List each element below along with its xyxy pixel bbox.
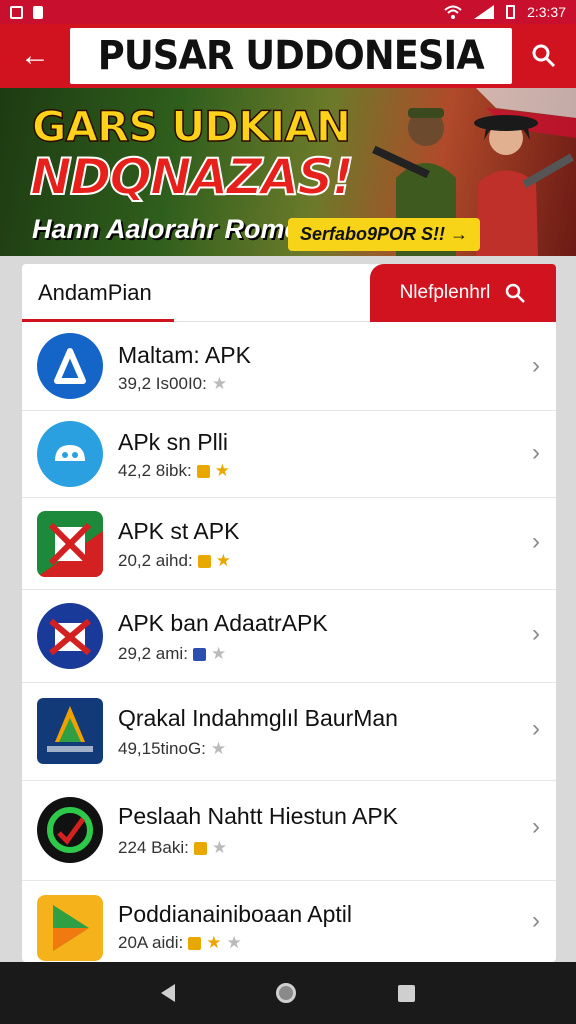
status-bar: 2:3:37 <box>0 0 576 24</box>
star-icon: ★ <box>206 933 222 952</box>
chevron-right-icon: › <box>532 813 540 840</box>
notification-image-icon <box>10 5 23 19</box>
app-name: APk sn Plli <box>118 429 228 455</box>
back-arrow-icon[interactable]: ← <box>0 24 70 88</box>
badge-icon <box>192 647 206 661</box>
app-list-card: AndamPian Nlefplenhrl Maltam: APK 39,2 I… <box>22 264 556 962</box>
badge-icon <box>196 464 210 478</box>
badge-icon <box>193 841 207 855</box>
app-meta: 49,15tinoG: ★ <box>118 739 226 759</box>
app-name: Qrakal Indahmglıl BaurMan <box>118 705 398 731</box>
star-icon: ★ <box>214 461 230 480</box>
app-meta-text: 20,2 aihd: <box>118 551 193 570</box>
nav-home-icon[interactable] <box>276 983 297 1003</box>
app-meta-text: 49,15tinoG: <box>118 739 206 758</box>
star-icon: ★ <box>211 374 228 393</box>
chevron-right-icon: › <box>532 352 540 379</box>
badge-icon <box>197 554 211 568</box>
tab-bar: AndamPian Nlefplenhrl <box>22 264 556 322</box>
star-logo-icon <box>37 698 103 764</box>
promo-banner[interactable]: GARS UDKIAN NDQNAZAS! Hann Aalorahr Rome… <box>0 88 576 256</box>
system-nav-bar <box>0 962 576 1024</box>
banner-subtitle: Hann Aalorahr Rome <box>32 214 300 244</box>
app-meta: 29,2 ami: ★ <box>118 644 226 664</box>
app-list-item[interactable]: APK ban AdaatrAPK 29,2 ami: ★ › <box>22 590 556 683</box>
star-icon: ★ <box>210 644 227 663</box>
battery-icon <box>506 5 516 19</box>
app-title-box: PUSAR UDDONESIA <box>70 28 512 84</box>
app-meta: 42,2 8ibk: ★ <box>118 461 230 481</box>
triangle-a-icon <box>37 333 103 399</box>
tab-right-label: Nlefplenhrl <box>399 282 491 303</box>
app-name: APK st APK <box>118 518 240 544</box>
chevron-right-icon: › <box>532 439 540 466</box>
app-meta-text: 39,2 Is00I0: <box>118 374 207 393</box>
app-list-item[interactable]: APk sn Plli 42,2 8ibk: ★ › <box>22 411 556 498</box>
app-meta-text: 42,2 8ibk: <box>118 461 192 480</box>
notification-file-icon <box>33 5 43 19</box>
app-list-item[interactable]: Poddianainiboaan Aptil 20A aidi: ★ ★ › <box>22 881 556 962</box>
app-name: Maltam: APK <box>118 342 251 368</box>
search-button[interactable] <box>512 24 576 88</box>
app-bar: ← PUSAR UDDONESIA <box>0 24 576 88</box>
app-meta-text: 29,2 ami: <box>118 644 188 663</box>
star-icon: ★ <box>215 551 231 570</box>
app-title: PUSAR UDDONESIA <box>97 33 485 79</box>
status-time: 2:3:37 <box>527 4 566 20</box>
app-meta-text: 20A aidi: <box>118 933 184 952</box>
app-list-item[interactable]: Qrakal Indahmglıl BaurMan 49,15tinoG: ★ … <box>22 683 556 781</box>
chevron-right-icon: › <box>532 620 540 647</box>
search-icon <box>506 283 526 303</box>
badge-icon <box>188 936 202 950</box>
app-list-item[interactable]: APK st APK 20,2 aihd: ★ › <box>22 498 556 590</box>
star-icon: ★ <box>210 739 227 758</box>
app-meta: 20,2 aihd: ★ <box>118 551 231 571</box>
chevron-right-icon: › <box>532 907 540 934</box>
play-triangle-icon <box>37 895 103 961</box>
green-ring-icon <box>37 797 103 863</box>
cloud-face-icon <box>37 421 103 487</box>
chevron-right-icon: › <box>532 528 540 555</box>
app-name: APK ban AdaatrAPK <box>118 610 328 636</box>
chevron-right-icon: › <box>532 715 540 742</box>
app-list-item[interactable]: Peslaah Nahtt Hiestun APK 224 Baki: ★ › <box>22 781 556 881</box>
banner-headline-2: NDQNAZAS! <box>29 147 355 207</box>
wifi-icon <box>444 5 462 19</box>
tab-right-search[interactable]: Nlefplenhrl <box>370 264 556 322</box>
nav-back-icon[interactable] <box>160 984 175 1002</box>
signal-icon <box>474 5 495 19</box>
app-name: Poddianainiboaan Aptil <box>118 901 353 927</box>
tab-left[interactable]: AndamPian <box>38 280 152 306</box>
banner-cta-button[interactable]: Serfabo9POR S!! → <box>288 218 481 251</box>
blue-bag-icon <box>37 603 103 669</box>
app-list-item[interactable]: Maltam: APK 39,2 Is00I0: ★ › <box>22 322 556 411</box>
app-meta-text: 224 Baki: <box>118 838 189 857</box>
app-meta: 20A aidi: ★ ★ <box>118 933 242 953</box>
app-meta: 39,2 Is00I0: ★ <box>118 374 227 394</box>
app-meta: 224 Baki: ★ <box>118 838 227 858</box>
banner-headline-1: GARS UDKIAN <box>31 101 352 152</box>
nav-recents-icon[interactable] <box>398 984 416 1002</box>
star-icon: ★ <box>211 838 228 857</box>
red-box-icon <box>37 511 103 577</box>
star-icon: ★ <box>226 933 242 952</box>
app-name: Peslaah Nahtt Hiestun APK <box>118 803 398 829</box>
search-icon <box>532 44 556 68</box>
